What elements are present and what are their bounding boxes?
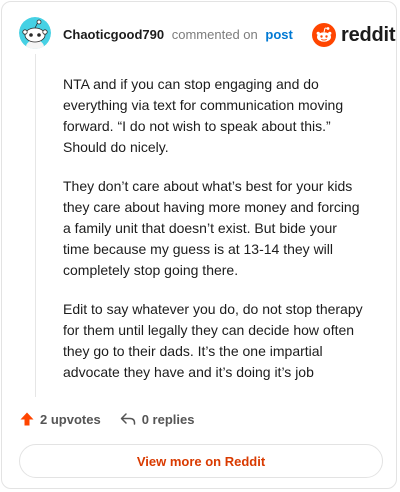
reddit-logo[interactable]: reddit — [312, 22, 396, 48]
reddit-wordmark: reddit — [341, 23, 396, 46]
reply-arrow-icon — [120, 413, 135, 425]
reddit-snoo-icon — [312, 23, 336, 47]
comment-header: Chaoticgood790 commented on post — [63, 27, 293, 42]
user-avatar-icon[interactable] — [19, 17, 51, 49]
replies-count: 0 replies — [141, 411, 195, 427]
embedded-comment-card: Chaoticgood790 commented on post reddit … — [1, 1, 397, 489]
comment-paragraph: Edit to say whatever you do, do not stop… — [63, 301, 363, 380]
commented-on-text: commented on — [171, 27, 258, 42]
upvote-button[interactable]: 2 upvotes — [19, 411, 101, 427]
thread-line — [35, 54, 36, 397]
view-more-on-reddit-button[interactable]: View more on Reddit — [19, 444, 383, 478]
post-link[interactable]: post — [265, 27, 292, 42]
username-link[interactable]: Chaoticgood790 — [63, 27, 164, 42]
upvotes-count: 2 upvotes — [40, 411, 101, 427]
comment-paragraph: NTA and if you can stop engaging and do … — [63, 76, 344, 155]
comment-body: NTA and if you can stop engaging and do … — [63, 74, 363, 401]
comment-paragraph: They don’t care about what’s best for yo… — [63, 178, 360, 278]
upvote-arrow-icon — [20, 412, 34, 426]
comment-actions: 2 upvotes 0 replies — [19, 411, 194, 427]
replies-button[interactable]: 0 replies — [119, 411, 195, 427]
